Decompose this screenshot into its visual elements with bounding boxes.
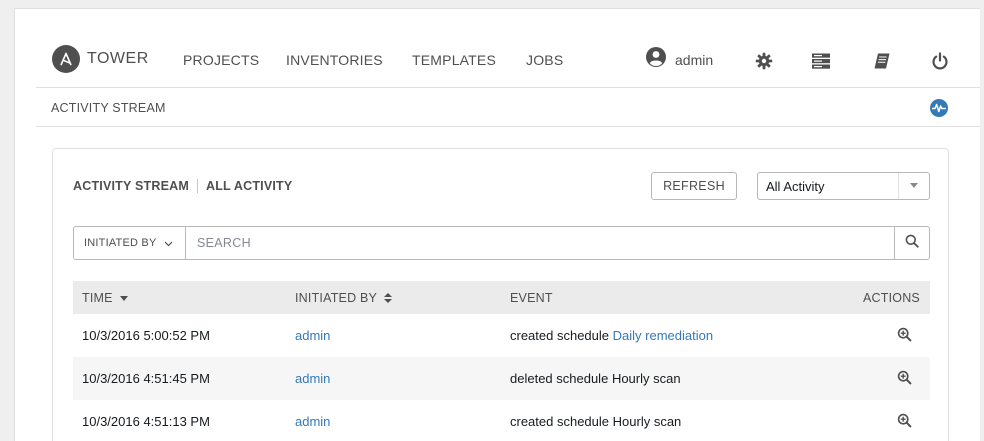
select-divider xyxy=(898,173,899,199)
row-user-link[interactable]: admin xyxy=(295,328,330,343)
table-row: 10/3/2016 4:51:13 PM admin created sched… xyxy=(73,400,930,441)
search-icon xyxy=(905,234,919,253)
zoom-in-icon[interactable] xyxy=(897,327,912,347)
sort-desc-icon xyxy=(119,295,128,301)
column-event-label: EVENT xyxy=(510,291,553,305)
search-field-dropdown[interactable]: INITIATED BY xyxy=(74,227,186,259)
row-event-object-link[interactable]: Daily remediation xyxy=(613,328,713,343)
book-icon[interactable] xyxy=(871,50,893,72)
row-event: created schedule Daily remediation xyxy=(510,328,713,343)
row-event: deleted schedule Hourly scan xyxy=(510,371,681,386)
panel-title: ACTIVITY STREAM ALL ACTIVITY xyxy=(73,179,292,193)
gear-icon[interactable] xyxy=(753,50,775,72)
nav-jobs[interactable]: JOBS xyxy=(526,52,563,68)
row-time: 10/3/2016 5:00:52 PM xyxy=(82,328,210,343)
title-divider xyxy=(196,179,198,193)
activity-panel: ACTIVITY STREAM ALL ACTIVITY REFRESH All… xyxy=(52,148,949,441)
nav-templates[interactable]: TEMPLATES xyxy=(412,52,496,68)
table-row: 10/3/2016 5:00:52 PM admin created sched… xyxy=(73,314,930,357)
column-initiated-by[interactable]: INITIATED BY xyxy=(295,291,393,305)
chevron-down-icon xyxy=(164,234,173,252)
row-user-link[interactable]: admin xyxy=(295,371,330,386)
row-user-link[interactable]: admin xyxy=(295,414,330,429)
sort-icon xyxy=(384,293,393,303)
caret-down-icon xyxy=(910,183,918,188)
app-window: TOWER PROJECTS INVENTORIES TEMPLATES JOB… xyxy=(14,8,980,441)
tower-logo-icon xyxy=(52,45,80,73)
row-event-prefix: created schedule xyxy=(510,414,610,429)
activity-stream-icon[interactable] xyxy=(930,99,948,117)
search-button[interactable] xyxy=(894,227,929,259)
nav-user[interactable]: admin xyxy=(645,46,713,73)
user-name: admin xyxy=(675,51,714,68)
nav-inventories[interactable]: INVENTORIES xyxy=(286,52,383,68)
refresh-button[interactable]: REFRESH xyxy=(651,172,737,200)
tower-logo[interactable]: TOWER xyxy=(52,45,149,73)
activity-table: TIME INITIATED BY EVENT ACTIONS 10/3/201… xyxy=(73,281,930,441)
top-nav: TOWER PROJECTS INVENTORIES TEMPLATES JOB… xyxy=(15,9,980,87)
row-event-object: Hourly scan xyxy=(611,371,681,386)
power-icon[interactable] xyxy=(929,50,951,72)
zoom-in-icon[interactable] xyxy=(897,370,912,390)
column-time-label: TIME xyxy=(82,291,113,305)
user-icon xyxy=(645,46,667,73)
activity-filter-select[interactable]: All Activity xyxy=(757,172,930,200)
search-input[interactable] xyxy=(187,227,892,259)
column-time[interactable]: TIME xyxy=(82,291,128,305)
row-time: 10/3/2016 4:51:45 PM xyxy=(82,371,210,386)
logo-text: TOWER xyxy=(87,50,149,67)
row-event: created schedule Hourly scan xyxy=(510,414,681,429)
panel-title-stream: ACTIVITY STREAM xyxy=(73,179,189,193)
activity-filter-value: All Activity xyxy=(766,179,825,194)
zoom-in-icon[interactable] xyxy=(897,413,912,433)
column-actions-label: ACTIONS xyxy=(863,291,920,305)
search-bar: INITIATED BY xyxy=(73,226,930,260)
row-time: 10/3/2016 4:51:13 PM xyxy=(82,414,210,429)
column-actions: ACTIONS xyxy=(863,291,920,305)
panel-title-filter: ALL ACTIVITY xyxy=(205,179,293,193)
row-event-prefix: created schedule xyxy=(510,328,610,343)
search-field-label: INITIATED BY xyxy=(84,237,157,249)
server-icon[interactable] xyxy=(810,50,832,72)
nav-projects[interactable]: PROJECTS xyxy=(183,52,259,68)
page-title: ACTIVITY STREAM xyxy=(51,101,166,115)
row-event-prefix: deleted schedule xyxy=(510,371,609,386)
column-initiated-by-label: INITIATED BY xyxy=(295,291,378,305)
table-row: 10/3/2016 4:51:45 PM admin deleted sched… xyxy=(73,357,930,400)
table-header: TIME INITIATED BY EVENT ACTIONS xyxy=(73,281,930,314)
breadcrumb-bar: ACTIVITY STREAM xyxy=(36,87,980,127)
column-event: EVENT xyxy=(510,291,553,305)
row-event-object: Hourly scan xyxy=(612,414,682,429)
